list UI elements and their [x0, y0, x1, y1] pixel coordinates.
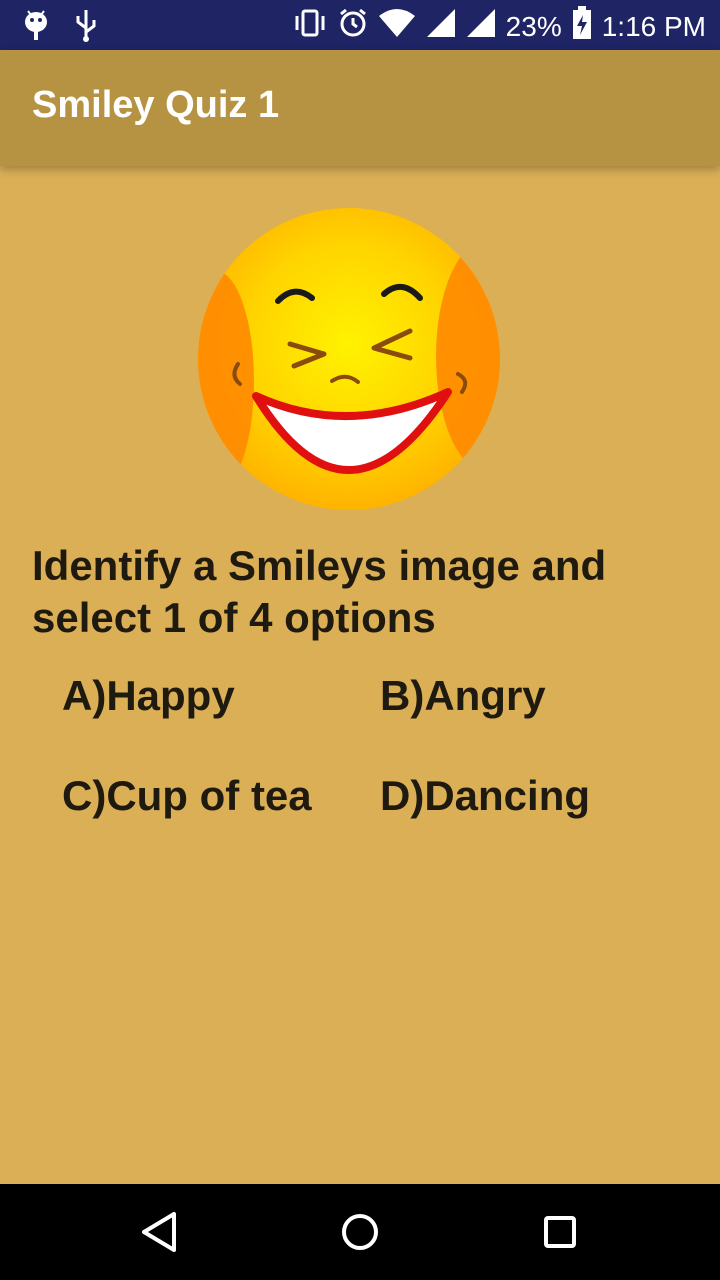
android-debug-icon — [22, 8, 50, 47]
quiz-question: Identify a Smileys image and select 1 of… — [32, 542, 607, 641]
wifi-icon — [378, 8, 416, 45]
cell-signal-icon — [426, 8, 456, 45]
usb-icon — [74, 8, 98, 47]
alarm-icon — [338, 8, 368, 45]
back-icon[interactable] — [136, 1208, 184, 1256]
status-bar: 23% 1:16 PM — [0, 0, 720, 50]
navigation-bar — [0, 1184, 720, 1280]
battery-charging-icon — [572, 6, 592, 47]
laughing-smiley-icon — [196, 206, 506, 516]
recent-apps-icon[interactable] — [536, 1208, 584, 1256]
battery-percent: 23% — [505, 10, 562, 42]
option-c[interactable]: C)Cup of tea — [62, 772, 312, 820]
cell-signal-2-icon — [466, 8, 496, 45]
option-d[interactable]: D)Dancing — [380, 772, 590, 820]
option-b[interactable]: B)Angry — [380, 672, 546, 720]
app-title: Smiley Quiz 1 — [32, 84, 280, 126]
option-a[interactable]: A)Happy — [62, 672, 235, 720]
clock-time: 1:16 PM — [601, 10, 706, 42]
app-bar: Smiley Quiz 1 — [0, 50, 720, 166]
home-icon[interactable] — [336, 1208, 384, 1256]
vibrate-icon — [292, 8, 328, 45]
